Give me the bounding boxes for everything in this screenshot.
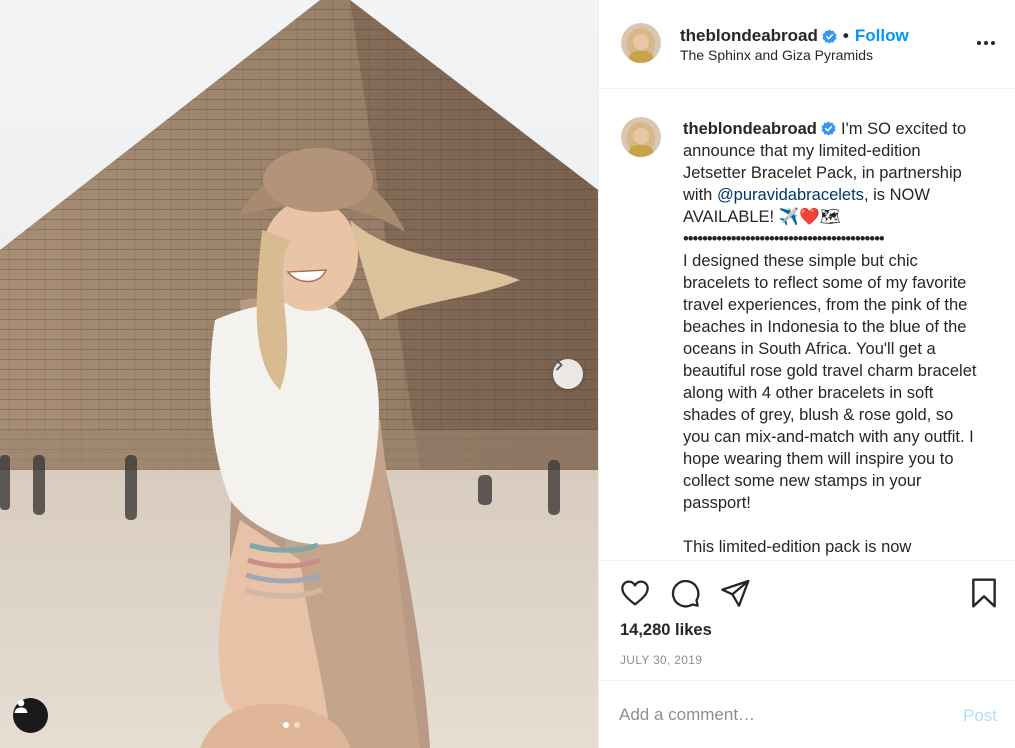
comment-bubble-icon (671, 579, 700, 608)
share-button[interactable] (719, 577, 751, 614)
follow-button[interactable]: Follow (855, 26, 909, 46)
post-actions: 14,280 likes JULY 30, 2019 (599, 560, 1015, 680)
caption-scroll-area[interactable]: theblondeabroad I'm SO excited to announ… (599, 90, 1015, 560)
more-options-button[interactable] (977, 35, 997, 51)
caption-username[interactable]: theblondeabroad (683, 120, 817, 138)
post-photo[interactable] (0, 0, 598, 748)
carousel-dot (294, 722, 300, 728)
carousel-indicator (283, 722, 300, 728)
bookmark-icon (972, 578, 996, 608)
post-caption: theblondeabroad I'm SO excited to announ… (683, 118, 983, 558)
verified-badge-icon (821, 121, 836, 136)
chevron-right-icon (556, 359, 563, 371)
follow-separator: • (842, 26, 849, 45)
tagged-users-button[interactable] (13, 698, 48, 733)
more-options-icon (977, 41, 981, 45)
heart-icon (621, 580, 649, 606)
caption-body-continued: This limited-edition pack is now (683, 538, 912, 556)
post-author: theblondeabroad • Follow (680, 26, 909, 46)
post-comment-button[interactable]: Post (963, 706, 997, 726)
carousel-dot-active (283, 722, 289, 728)
save-button[interactable] (969, 577, 999, 614)
location-link[interactable]: The Sphinx and Giza Pyramids (680, 47, 873, 63)
post-side-panel: theblondeabroad • Follow The Sphinx and … (598, 0, 1015, 748)
username-link[interactable]: theblondeabroad (680, 26, 818, 46)
pyramid-photo-illustration (0, 0, 598, 748)
post-header: theblondeabroad • Follow The Sphinx and … (599, 0, 1015, 89)
paper-plane-icon (721, 579, 750, 607)
verified-badge-icon (822, 28, 837, 44)
like-count[interactable]: 14,280 likes (620, 621, 712, 640)
user-tag-icon (14, 699, 28, 713)
post-date[interactable]: JULY 30, 2019 (620, 653, 702, 667)
like-button[interactable] (619, 577, 651, 614)
comment-form: Post (599, 680, 1015, 748)
comment-input[interactable] (619, 705, 939, 725)
caption-divider: ••••••••••••••••••••••••••••••••••••••••… (683, 230, 885, 248)
carousel-next-button[interactable] (553, 359, 583, 389)
avatar[interactable] (621, 23, 661, 63)
caption-body: I designed these simple but chic bracele… (683, 252, 977, 512)
mention-link[interactable]: @puravidabracelets (717, 186, 864, 204)
avatar[interactable] (621, 117, 661, 157)
comment-button[interactable] (669, 577, 701, 614)
